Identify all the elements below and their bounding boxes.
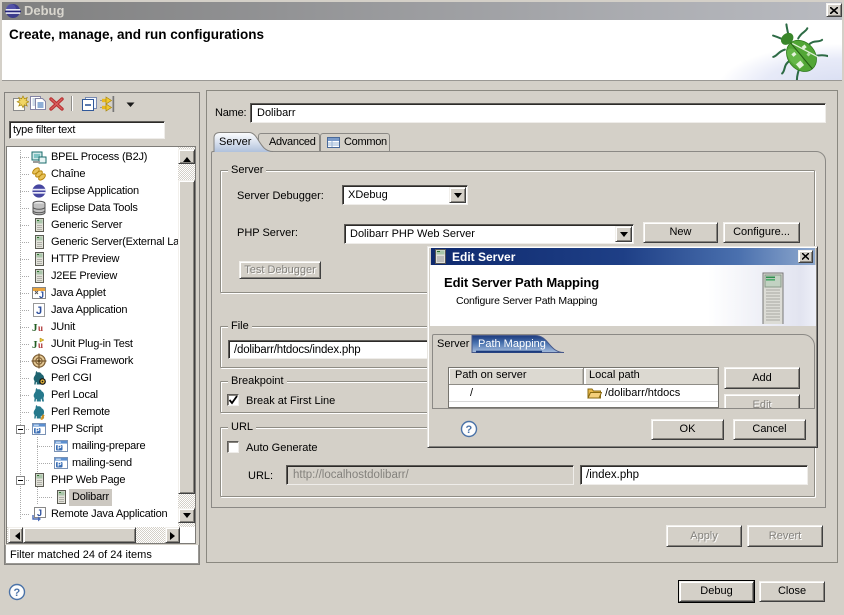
- svg-text:?: ?: [466, 424, 473, 436]
- svg-text:?: ?: [14, 587, 21, 599]
- svg-text:J: J: [39, 290, 44, 300]
- svg-text:J: J: [37, 508, 42, 518]
- svg-text:u: u: [38, 323, 43, 333]
- svg-text:J: J: [36, 305, 42, 317]
